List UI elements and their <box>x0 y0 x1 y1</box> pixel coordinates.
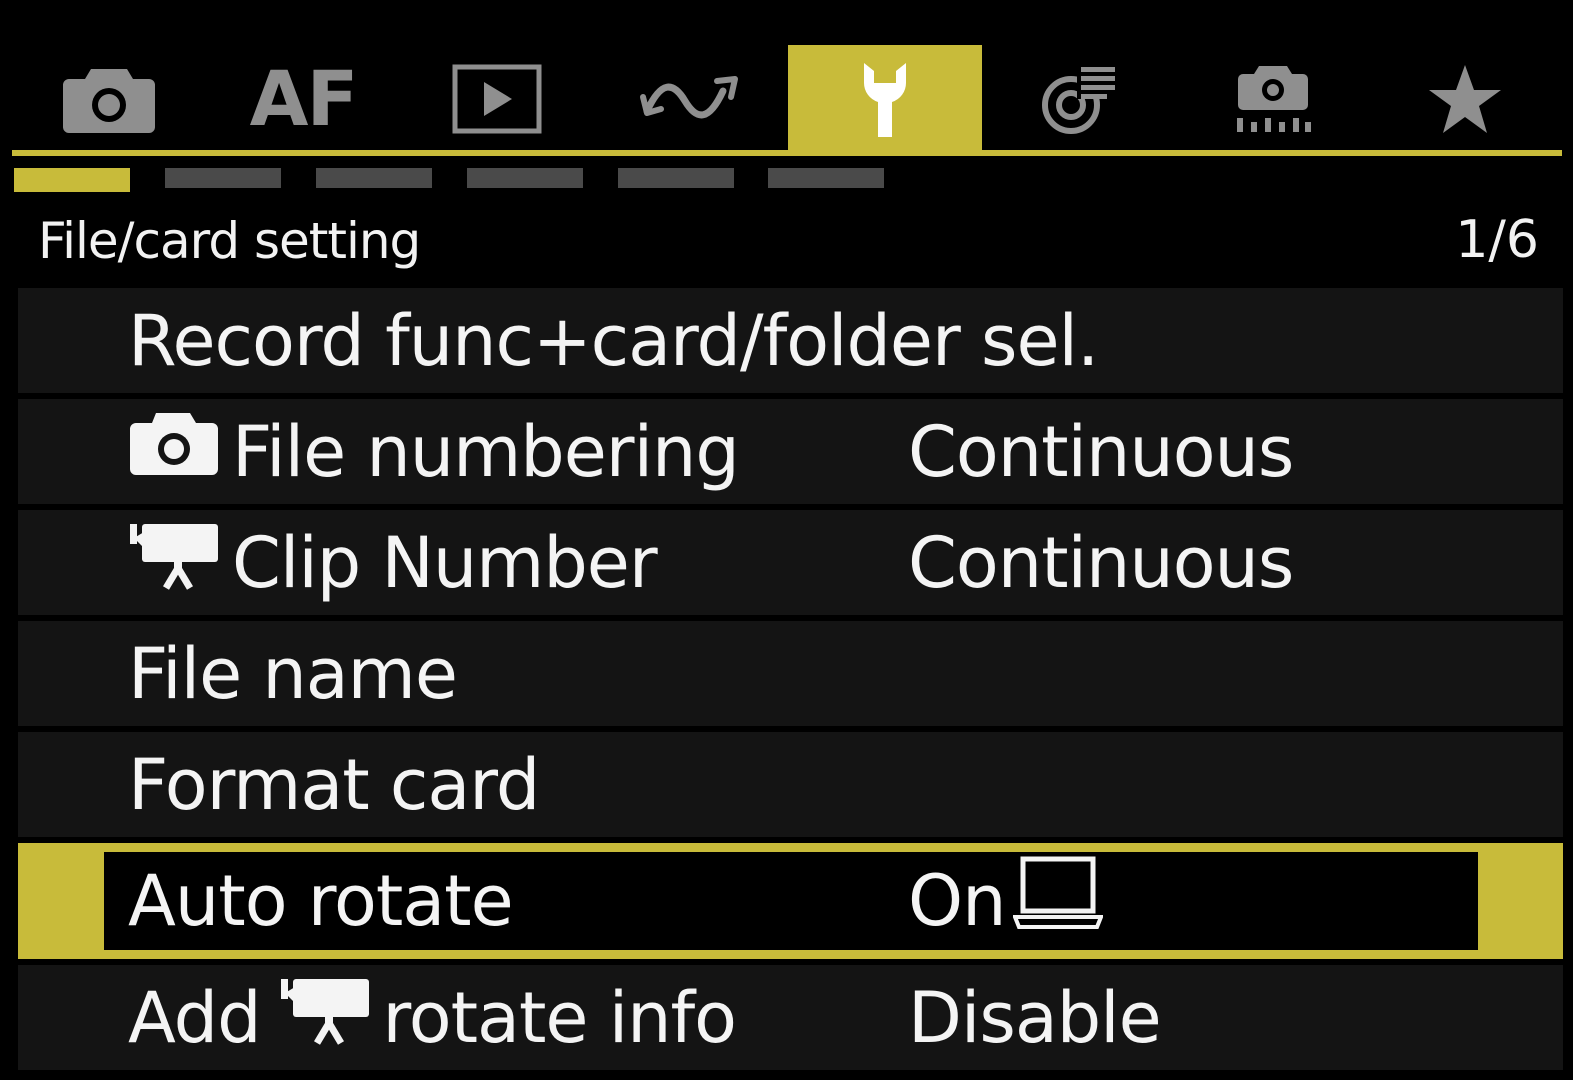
movie-camera-icon <box>279 973 371 1062</box>
tab-af[interactable]: AF <box>206 45 400 153</box>
wrench-icon <box>864 63 906 137</box>
page-indicator <box>14 168 914 192</box>
menu-item-add-rotate-info[interactable]: Add rotate info Disable <box>18 965 1563 1070</box>
page-title: File/card setting <box>38 212 421 270</box>
tab-custom-shooting[interactable] <box>1176 45 1370 153</box>
tab-shooting[interactable] <box>12 45 206 153</box>
menu-item-value: On <box>908 843 1105 959</box>
menu-item-value: Continuous <box>908 410 1294 493</box>
camera-icon <box>63 69 155 133</box>
menu-item-label: Record func+card/folder sel. <box>128 299 1099 382</box>
page-indicator-bar[interactable] <box>768 168 884 188</box>
page-indicator-bar[interactable] <box>14 168 130 192</box>
page-indicator-bar[interactable] <box>467 168 583 188</box>
page-indicator-bar[interactable] <box>618 168 734 188</box>
menu-item-label: Format card <box>128 743 540 826</box>
custom-shooting-icon <box>1237 66 1311 132</box>
menu-item-label: Add rotate info <box>128 965 737 1070</box>
menu-tab-bar: AF <box>12 45 1562 153</box>
camera-icon <box>128 409 220 494</box>
tab-underline <box>12 150 1562 156</box>
camera-menu-screen: AF File/card setting 1/6 Record func+car… <box>0 0 1573 1080</box>
menu-item-record-func[interactable]: Record func+card/folder sel. <box>18 288 1563 393</box>
menu-item-format-card[interactable]: Format card <box>18 732 1563 837</box>
settings-menu-list: Record func+card/folder sel. File number… <box>18 288 1563 1076</box>
tab-af-label: AF <box>249 54 359 143</box>
tab-playback[interactable] <box>400 45 594 153</box>
menu-item-value: Continuous <box>908 521 1294 604</box>
menu-item-label: Clip Number <box>128 510 658 615</box>
menu-item-label: File name <box>128 632 458 715</box>
wireless-icon <box>640 76 738 119</box>
menu-item-file-numbering[interactable]: File numbering Continuous <box>18 399 1563 504</box>
tab-wireless[interactable] <box>594 45 788 153</box>
menu-item-file-name[interactable]: File name <box>18 621 1563 726</box>
page-indicator-bar[interactable] <box>316 168 432 188</box>
playback-icon <box>452 64 542 134</box>
menu-item-auto-rotate[interactable]: Auto rotate On <box>18 843 1563 959</box>
movie-camera-icon <box>128 518 220 607</box>
menu-item-label: File numbering <box>128 399 740 504</box>
menu-item-clip-number[interactable]: Clip Number Continuous <box>18 510 1563 615</box>
tab-custom-functions[interactable] <box>982 45 1176 153</box>
custom-functions-icon <box>1042 65 1117 134</box>
computer-icon <box>1012 855 1105 948</box>
page-number: 1/6 <box>1455 210 1539 270</box>
menu-item-value: Disable <box>908 976 1162 1059</box>
page-indicator-bar[interactable] <box>165 168 281 188</box>
star-icon <box>1429 65 1501 133</box>
tab-my-menu[interactable] <box>1368 45 1562 153</box>
tab-setup[interactable] <box>788 45 982 153</box>
menu-item-label: Auto rotate <box>128 860 514 942</box>
